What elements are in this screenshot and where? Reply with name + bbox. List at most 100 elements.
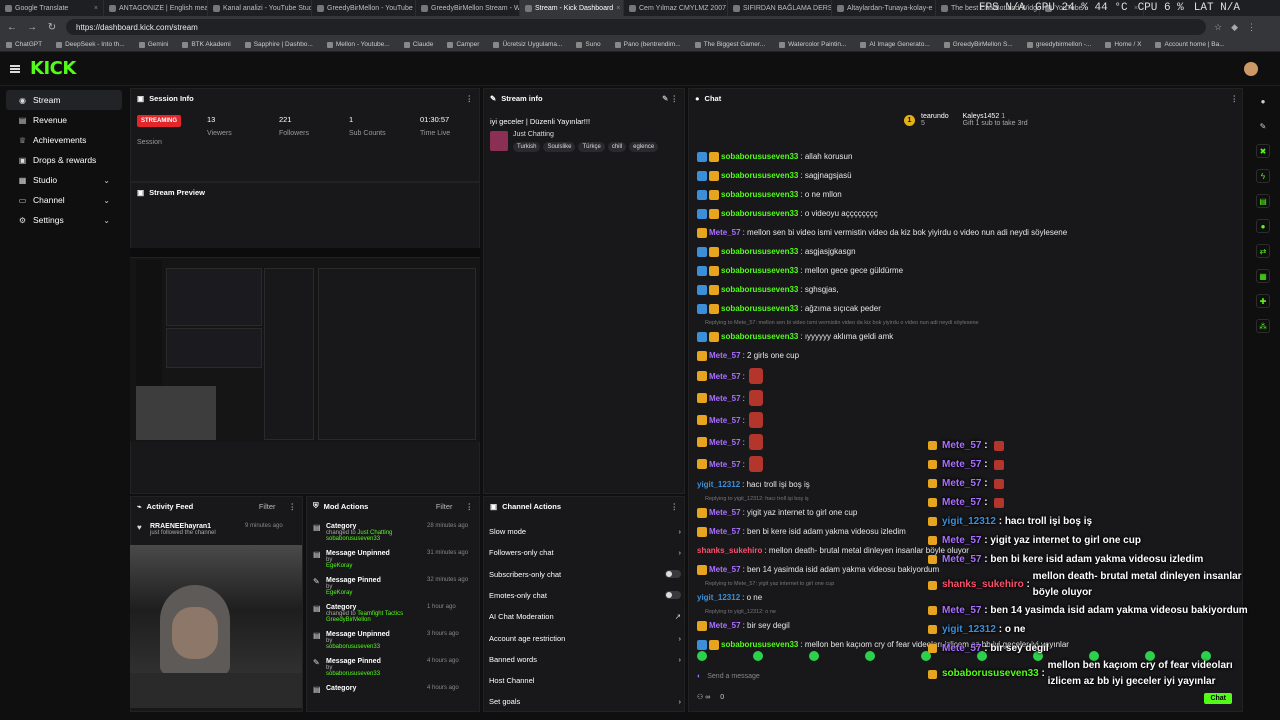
chat-username[interactable]: Mete_57 (709, 416, 741, 425)
extensions-icon[interactable]: ◆ (1231, 22, 1238, 33)
chat-username[interactable]: Mete_57 (709, 508, 741, 517)
stream-preview-video[interactable] (130, 248, 480, 442)
channel-action-item[interactable]: Banned words › (489, 655, 681, 664)
bookmark-item[interactable]: BTK Akademi (182, 41, 231, 48)
bookmark-item[interactable]: Gemini (138, 41, 168, 48)
tool-icon-1[interactable]: ✖ (1256, 144, 1270, 158)
users-icon[interactable]: ⚇ ∞ (697, 693, 710, 701)
calendar-icon[interactable]: ▦ (1256, 269, 1270, 283)
chat-username[interactable]: Mete_57 (709, 438, 741, 447)
emote-quick-icon[interactable] (697, 651, 707, 661)
avatar[interactable] (1244, 62, 1258, 76)
chat-username[interactable]: yigit_12312 (697, 480, 740, 489)
chat-username[interactable]: sobaborususeven33 (721, 266, 798, 275)
bookmark-item[interactable]: Watercolor Paintin... (779, 41, 846, 48)
chat-username[interactable]: Mete_57 (709, 394, 741, 403)
bookmark-item[interactable]: Pano (bentrendim... (614, 41, 681, 48)
chat-message[interactable]: sobaborususeven33: ağzıma sıçıcak peder (697, 299, 1237, 318)
message-icon[interactable]: ● (1256, 219, 1270, 233)
channel-action-item[interactable]: AI Chat Moderation ↗ (489, 612, 681, 621)
chat-message[interactable]: sobaborususeven33: mellon gece gece güld… (697, 261, 1237, 280)
channel-action-item[interactable]: Account age restriction › (489, 634, 681, 643)
bookmark-item[interactable]: AI Image Generato... (860, 41, 930, 48)
hamburger-menu-icon[interactable] (10, 64, 20, 73)
chat-username[interactable]: sobaborususeven33 (721, 332, 798, 341)
browser-tab[interactable]: GreedyBirMellon Stream - W× (416, 0, 520, 16)
chat-message[interactable]: sobaborususeven33: sagjnagsjasü (697, 166, 1237, 185)
chat-username[interactable]: Mete_57 (709, 372, 741, 381)
channel-action-item[interactable]: Emotes-only chat (489, 591, 681, 600)
browser-tab[interactable]: SIFIRDAN BAĞLAMA DERSLE× (728, 0, 832, 16)
more-options-icon[interactable]: ⋮ (1231, 94, 1239, 103)
close-icon[interactable]: × (94, 5, 98, 12)
bookmark-item[interactable]: GreedyBirMellon S... (943, 41, 1013, 48)
close-icon[interactable]: × (616, 5, 620, 12)
reload-icon[interactable]: ↻ (46, 22, 58, 33)
kick-logo[interactable]: KICK (30, 58, 76, 79)
link-icon[interactable]: ⇄ (1256, 244, 1270, 258)
chat-message[interactable]: Mete_57: (697, 409, 1237, 431)
chat-username[interactable]: sobaborususeven33 (721, 190, 798, 199)
more-options-icon[interactable]: ⋮ (289, 502, 297, 511)
wrench-icon[interactable]: ✚ (1256, 294, 1270, 308)
emote-quick-icon[interactable] (865, 651, 875, 661)
chat-username[interactable]: sobaborususeven33 (721, 640, 798, 649)
emote-picker-icon[interactable]: ◐ (697, 673, 701, 680)
star-icon[interactable]: ☆ (1214, 22, 1222, 33)
browser-tab[interactable]: Kanal analizi - YouTube Studio× (208, 0, 312, 16)
chat-message[interactable]: sobaborususeven33: asgjasjgkasgn (697, 242, 1237, 261)
bookmark-item[interactable]: Suno (576, 41, 601, 48)
chat-message[interactable]: Mete_57: mellon sen bi video ismi vermis… (697, 223, 1237, 242)
menu-icon[interactable]: ⋮ (1247, 22, 1256, 33)
chat-username[interactable]: yigit_12312 (697, 593, 740, 602)
bookmark-item[interactable]: DeepSeek - Into th... (56, 41, 125, 48)
chat-message[interactable]: Mete_57: (697, 387, 1237, 409)
bookmark-item[interactable]: Ücretsiz Uygulama... (493, 41, 562, 48)
chat-username[interactable]: Mete_57 (709, 228, 741, 237)
share-icon[interactable]: ⁂ (1256, 319, 1270, 333)
bookmark-item[interactable]: Claude (403, 41, 433, 48)
browser-tab[interactable]: Altaylardan-Tunaya-kolay-e× (832, 0, 936, 16)
pen-icon[interactable]: ✎ (1256, 119, 1270, 133)
bookmark-item[interactable]: ChatGPT (6, 41, 42, 48)
chat-message[interactable]: sobaborususeven33: sghsgjas, (697, 280, 1237, 299)
bookmark-item[interactable]: The Biggest Gamer... (694, 41, 765, 48)
bookmark-item[interactable]: Sapphire | Dashbo... (244, 41, 313, 48)
chat-message[interactable]: sobaborususeven33: ıyyyyyy aklıma geldi … (697, 327, 1237, 346)
chat-message[interactable]: Mete_57: (697, 365, 1237, 387)
browser-tab[interactable]: GreedyBirMellon - YouTube× (312, 0, 416, 16)
sidebar-item-revenue[interactable]: ▤ Revenue (6, 110, 122, 130)
chat-message[interactable]: Mete_57: 2 girls one cup (697, 346, 1237, 365)
url-input[interactable]: https://dashboard.kick.com/stream (66, 19, 1206, 35)
document-icon[interactable]: ▤ (1256, 194, 1270, 208)
bookmark-item[interactable]: Camper (447, 41, 479, 48)
sidebar-item-stream[interactable]: ◉ Stream (6, 90, 122, 110)
sidebar-item-drops[interactable]: ▣ Drops & rewards (6, 150, 122, 170)
chat-username[interactable]: Mete_57 (709, 351, 741, 360)
chat-username[interactable]: sobaborususeven33 (721, 304, 798, 313)
sidebar-item-achievements[interactable]: ♕ Achievements (6, 130, 122, 150)
chat-username[interactable]: sobaborususeven33 (721, 152, 798, 161)
forward-icon[interactable]: → (26, 22, 38, 33)
chat-username[interactable]: Mete_57 (709, 565, 741, 574)
filter-button[interactable]: Filter (436, 502, 453, 511)
bookmark-item[interactable]: Account home | Ba... (1155, 41, 1225, 48)
lightning-icon[interactable]: ϟ (1256, 169, 1270, 183)
more-options-icon[interactable]: ⋮ (671, 502, 679, 511)
toggle-switch[interactable] (665, 570, 681, 579)
chat-username[interactable]: sobaborususeven33 (721, 209, 798, 218)
channel-action-item[interactable]: Set goals › (489, 697, 681, 706)
toggle-switch[interactable] (665, 591, 681, 600)
chat-username[interactable]: Mete_57 (709, 527, 741, 536)
browser-tab[interactable]: Cem Yılmaz CMYLMZ 2007× (624, 0, 728, 16)
browser-tab[interactable]: Google Translate × (0, 0, 104, 16)
chat-username[interactable]: sobaborususeven33 (721, 285, 798, 294)
sidebar-item-studio[interactable]: ▦ Studio ⌄ (6, 170, 122, 190)
channel-action-item[interactable]: Subscribers-only chat (489, 570, 681, 579)
bookmark-item[interactable]: Mellon - Youtube... (326, 41, 390, 48)
channel-action-item[interactable]: Host Channel (489, 676, 681, 685)
more-options-icon[interactable]: ⋮ (466, 94, 474, 103)
more-options-icon[interactable]: ⋮ (466, 502, 474, 511)
bookmark-item[interactable]: Home / X (1105, 41, 1141, 48)
info-icon[interactable]: ● (1256, 94, 1270, 108)
